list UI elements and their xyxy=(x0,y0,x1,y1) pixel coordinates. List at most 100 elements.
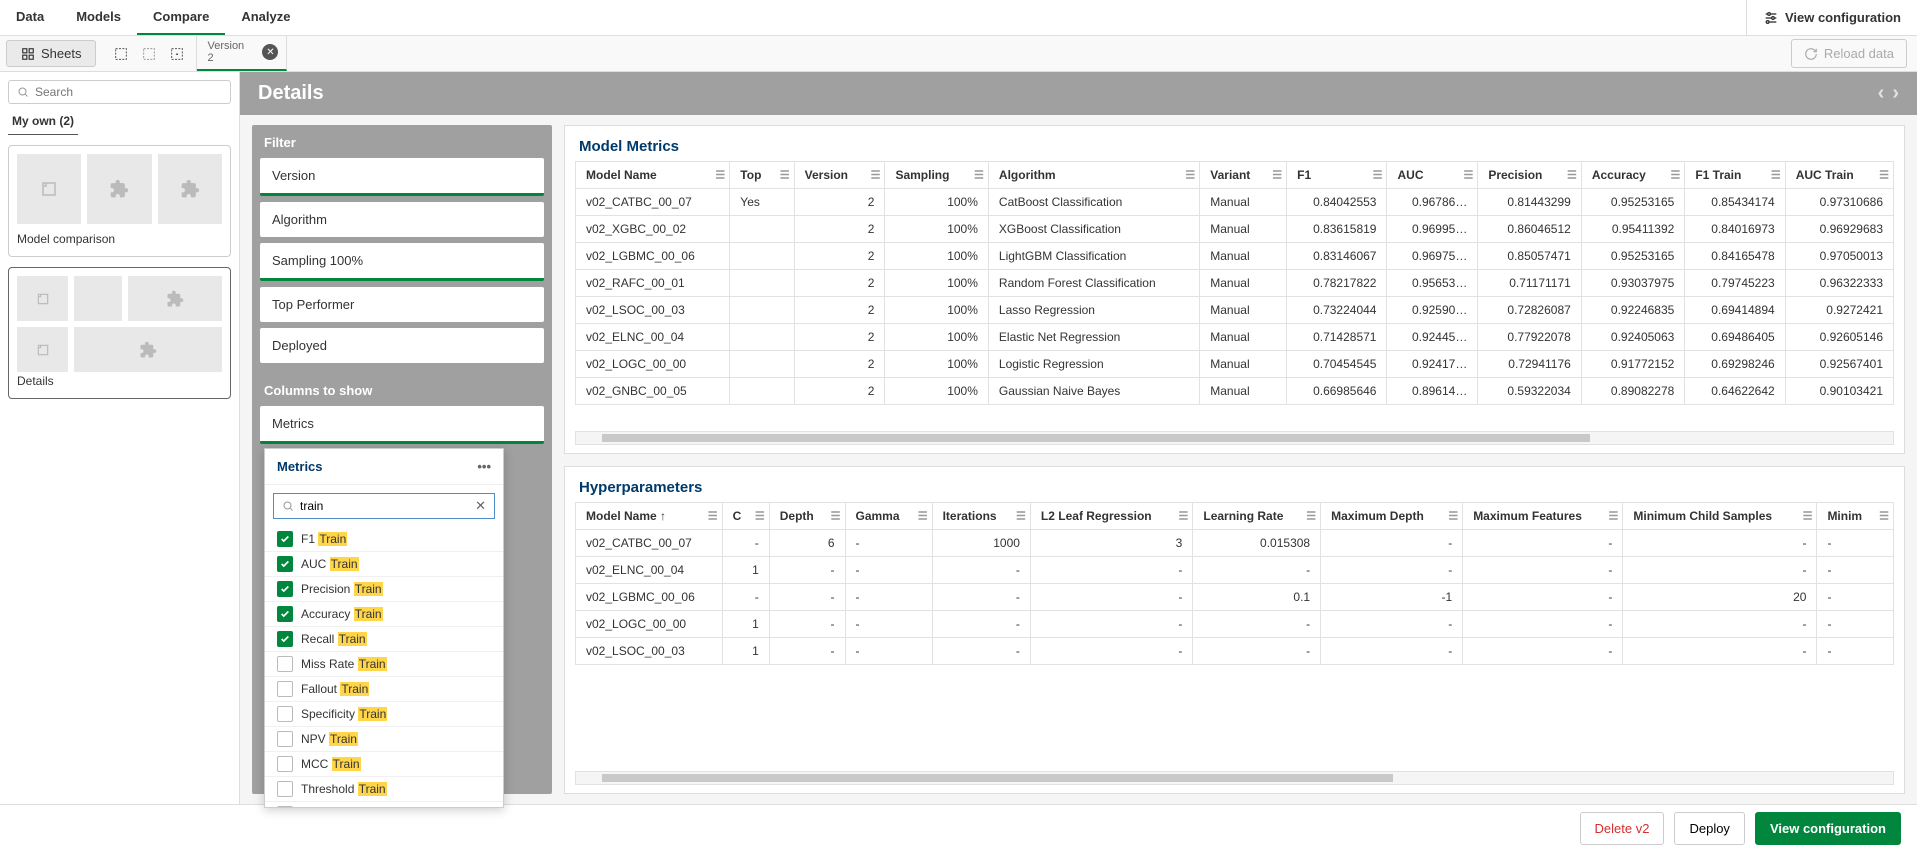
table-row[interactable]: v02_RAFC_00_012100%Random Forest Classif… xyxy=(576,270,1894,297)
column-header[interactable]: L2 Leaf Regression☰ xyxy=(1030,502,1192,529)
filter-item-top-performer[interactable]: Top Performer xyxy=(260,287,544,322)
table-row[interactable]: v02_ELNC_00_041--------- xyxy=(576,556,1894,583)
checkbox-checked-icon[interactable] xyxy=(277,581,293,597)
checkbox-checked-icon[interactable] xyxy=(277,631,293,647)
more-icon[interactable]: ••• xyxy=(477,459,491,474)
table-row[interactable]: v02_LGBMC_00_06-----0.1-1-20- xyxy=(576,583,1894,610)
metric-option[interactable]: F1 Train xyxy=(265,527,503,552)
prev-sheet-icon[interactable]: ‹ xyxy=(1878,82,1885,105)
column-menu-icon[interactable]: ☰ xyxy=(1608,509,1618,522)
horizontal-scrollbar[interactable] xyxy=(575,431,1894,445)
checkbox-icon[interactable] xyxy=(277,806,293,807)
horizontal-scrollbar[interactable] xyxy=(575,771,1894,785)
metrics-search-box[interactable]: ✕ xyxy=(273,493,495,519)
column-header[interactable]: Version☰ xyxy=(794,162,885,189)
hyperparameters-table-wrap[interactable]: Model Name ↑☰C☰Depth☰Gamma☰Iterations☰L2… xyxy=(565,502,1904,772)
metric-option[interactable]: Precision Train xyxy=(265,577,503,602)
column-menu-icon[interactable]: ☰ xyxy=(1803,509,1813,522)
checkbox-checked-icon[interactable] xyxy=(277,531,293,547)
version-tab[interactable]: Version 2 ✕ xyxy=(197,36,287,71)
top-tab-compare[interactable]: Compare xyxy=(137,0,225,35)
view-configuration-top[interactable]: View configuration xyxy=(1746,0,1917,35)
checkbox-icon[interactable] xyxy=(277,681,293,697)
column-header[interactable]: Accuracy☰ xyxy=(1581,162,1685,189)
column-menu-icon[interactable]: ☰ xyxy=(1306,509,1316,522)
column-header[interactable]: Maximum Features☰ xyxy=(1463,502,1623,529)
table-row[interactable]: v02_LSOC_00_032100%Lasso RegressionManua… xyxy=(576,297,1894,324)
checkbox-icon[interactable] xyxy=(277,781,293,797)
sheets-button[interactable]: Sheets xyxy=(6,40,96,67)
columns-metrics-filter[interactable]: Metrics xyxy=(260,406,544,444)
sheet-search-input[interactable] xyxy=(35,85,222,99)
delete-version-button[interactable]: Delete v2 xyxy=(1580,812,1665,845)
metric-option[interactable]: AUC Train xyxy=(265,552,503,577)
table-row[interactable]: v02_LOGC_00_002100%Logistic RegressionMa… xyxy=(576,351,1894,378)
column-menu-icon[interactable]: ☰ xyxy=(708,509,718,522)
table-row[interactable]: v02_CATBC_00_07Yes2100%CatBoost Classifi… xyxy=(576,189,1894,216)
column-header[interactable]: AUC☰ xyxy=(1387,162,1478,189)
column-header[interactable]: Iterations☰ xyxy=(932,502,1030,529)
lasso-select-icon[interactable] xyxy=(112,45,130,63)
column-header[interactable]: Minim☰ xyxy=(1817,502,1894,529)
column-menu-icon[interactable]: ☰ xyxy=(1463,169,1473,182)
column-menu-icon[interactable]: ☰ xyxy=(1448,509,1458,522)
metric-option[interactable]: Threshold Train xyxy=(265,777,503,802)
table-row[interactable]: v02_LGBMC_00_062100%LightGBM Classificat… xyxy=(576,243,1894,270)
column-menu-icon[interactable]: ☰ xyxy=(755,509,765,522)
clear-search-icon[interactable]: ✕ xyxy=(475,498,486,514)
table-row[interactable]: v02_LOGC_00_001--------- xyxy=(576,610,1894,637)
metric-option[interactable]: Log Loss Train xyxy=(265,802,503,807)
column-menu-icon[interactable]: ☰ xyxy=(1016,509,1026,522)
sheet-thumb-details[interactable]: Details xyxy=(8,267,231,399)
metrics-search-input[interactable] xyxy=(300,499,469,513)
next-sheet-icon[interactable]: › xyxy=(1892,82,1899,105)
column-header[interactable]: Precision☰ xyxy=(1478,162,1581,189)
my-own-header[interactable]: My own (2) xyxy=(8,104,78,135)
column-menu-icon[interactable]: ☰ xyxy=(1373,169,1383,182)
column-header[interactable]: F1☰ xyxy=(1287,162,1387,189)
view-configuration-button[interactable]: View configuration xyxy=(1755,812,1901,845)
checkbox-icon[interactable] xyxy=(277,656,293,672)
column-header[interactable]: AUC Train☰ xyxy=(1785,162,1893,189)
column-menu-icon[interactable]: ☰ xyxy=(871,169,881,182)
checkbox-icon[interactable] xyxy=(277,731,293,747)
metric-option[interactable]: Specificity Train xyxy=(265,702,503,727)
rect-select-icon[interactable] xyxy=(140,45,158,63)
table-row[interactable]: v02_LSOC_00_031--------- xyxy=(576,637,1894,664)
column-header[interactable]: Top☰ xyxy=(730,162,794,189)
metric-option[interactable]: Recall Train xyxy=(265,627,503,652)
table-row[interactable]: v02_ELNC_00_042100%Elastic Net Regressio… xyxy=(576,324,1894,351)
column-menu-icon[interactable]: ☰ xyxy=(1185,169,1195,182)
column-header[interactable]: Gamma☰ xyxy=(845,502,932,529)
reload-button[interactable]: Reload data xyxy=(1791,39,1907,68)
point-select-icon[interactable] xyxy=(168,45,186,63)
column-menu-icon[interactable]: ☰ xyxy=(1771,169,1781,182)
column-header[interactable]: F1 Train☰ xyxy=(1685,162,1785,189)
checkbox-checked-icon[interactable] xyxy=(277,606,293,622)
column-menu-icon[interactable]: ☰ xyxy=(1670,169,1680,182)
checkbox-icon[interactable] xyxy=(277,756,293,772)
model-metrics-table-wrap[interactable]: Model Name☰Top☰Version☰Sampling☰Algorith… xyxy=(565,161,1904,431)
column-menu-icon[interactable]: ☰ xyxy=(1879,169,1889,182)
column-header[interactable]: Model Name☰ xyxy=(576,162,730,189)
metric-option[interactable]: MCC Train xyxy=(265,752,503,777)
column-header[interactable]: Model Name ↑☰ xyxy=(576,502,723,529)
metric-option[interactable]: Fallout Train xyxy=(265,677,503,702)
column-menu-icon[interactable]: ☰ xyxy=(715,169,725,182)
column-header[interactable]: Maximum Depth☰ xyxy=(1321,502,1463,529)
column-header[interactable]: Variant☰ xyxy=(1200,162,1287,189)
column-menu-icon[interactable]: ☰ xyxy=(831,509,841,522)
column-menu-icon[interactable]: ☰ xyxy=(1272,169,1282,182)
column-menu-icon[interactable]: ☰ xyxy=(1879,509,1889,522)
filter-item-version[interactable]: Version xyxy=(260,158,544,196)
top-tab-analyze[interactable]: Analyze xyxy=(225,0,306,35)
filter-item-deployed[interactable]: Deployed xyxy=(260,328,544,363)
column-header[interactable]: Depth☰ xyxy=(769,502,845,529)
metric-option[interactable]: Accuracy Train xyxy=(265,602,503,627)
filter-item-algorithm[interactable]: Algorithm xyxy=(260,202,544,237)
column-header[interactable]: C☰ xyxy=(722,502,769,529)
sheet-thumb-model-comparison[interactable]: Model comparison xyxy=(8,145,231,257)
sheet-search[interactable] xyxy=(8,80,231,104)
column-menu-icon[interactable]: ☰ xyxy=(918,509,928,522)
table-row[interactable]: v02_CATBC_00_07-6-100030.015308---- xyxy=(576,529,1894,556)
